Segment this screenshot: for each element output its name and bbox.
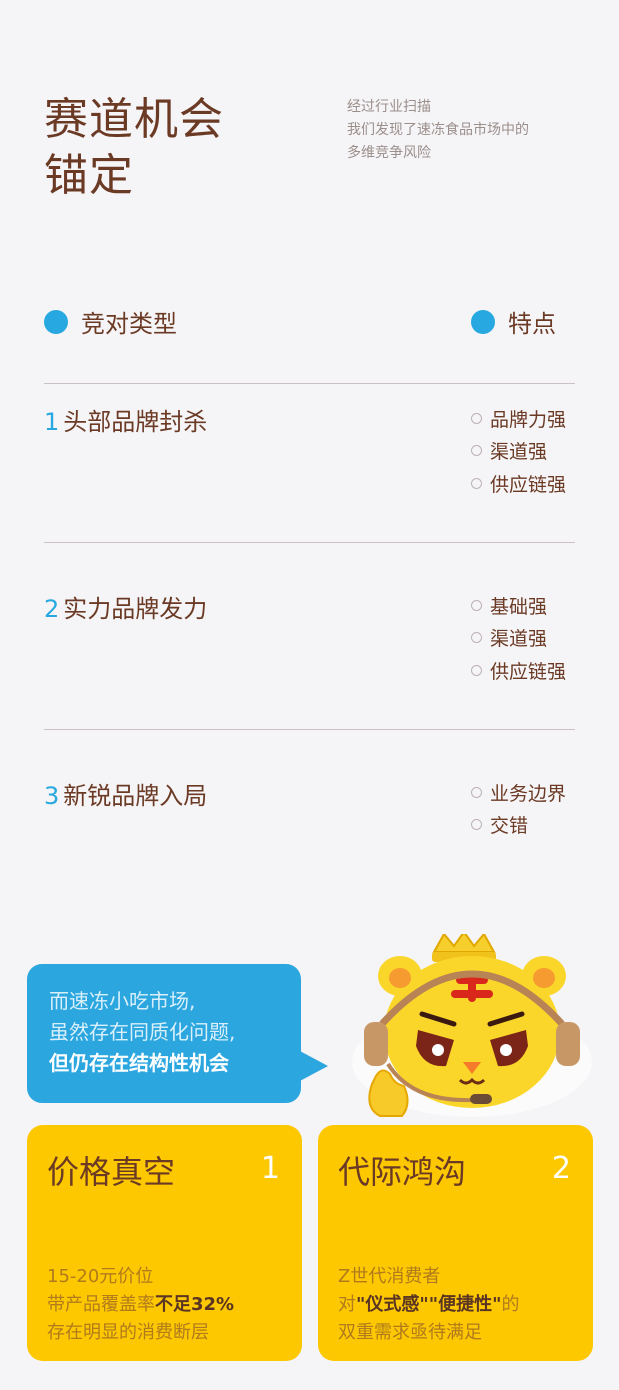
row-label: 新锐品牌入局 [63, 782, 208, 810]
divider [44, 542, 575, 543]
ring-icon [471, 599, 482, 611]
speech-bubble-tail [298, 1050, 328, 1082]
card-line2-text: 带产品覆盖率 [47, 1294, 155, 1315]
card-line3: 双重需求亟待满足 [338, 1322, 482, 1343]
feature-item: 渠道强 [471, 435, 566, 468]
opportunity-card-price-gap: 价格真空 1 15-20元价位 带产品覆盖率不足32% 存在明显的消费断层 [27, 1125, 302, 1361]
speech-bubble-text: 而速冻小吃市场, 虽然存在同质化问题, 但仍存在结构性机会 [49, 986, 235, 1079]
page-subtitle: 经过行业扫描 我们发现了速冻食品市场中的 多维竞争风险 [347, 96, 529, 165]
column-header-features: 特点 [471, 304, 556, 339]
bubble-line1: 而速冻小吃市场, [49, 989, 196, 1013]
card-line2: 带产品覆盖率不足32% [47, 1291, 234, 1319]
row-label: 头部品牌封杀 [63, 408, 208, 436]
feature-item: 供应链强 [471, 467, 566, 500]
feature-list: 品牌力强 渠道强 供应链强 [471, 402, 566, 500]
filled-circle-icon [471, 309, 495, 334]
feature-label: 供应链强 [490, 660, 567, 683]
feature-label: 交错 [490, 815, 529, 838]
bubble-line3: 但仍存在结构性机会 [49, 1051, 229, 1075]
feature-label: 供应链强 [490, 473, 567, 496]
card-number: 2 [551, 1151, 571, 1186]
bubble-line2: 虽然存在同质化问题, [49, 1020, 236, 1044]
column-header-label: 特点 [508, 310, 556, 338]
card-line3: 存在明显的消费断层 [47, 1322, 209, 1343]
row-number: 1 [44, 408, 60, 436]
card-body: Z世代消费者 对"仪式感""便捷性"的 双重需求亟待满足 [338, 1263, 520, 1347]
card-title: 价格真空 [47, 1153, 176, 1191]
tiger-mascot-icon [352, 934, 592, 1117]
feature-item: 渠道强 [471, 622, 566, 655]
feature-label: 业务边界 [490, 782, 567, 805]
subtitle-line2: 我们发现了速冻食品市场中的 [347, 122, 529, 138]
competitor-name: 3 新锐品牌入局 [44, 776, 207, 811]
feature-item: 业务边界 [471, 776, 566, 809]
speech-bubble: 而速冻小吃市场, 虽然存在同质化问题, 但仍存在结构性机会 [27, 964, 301, 1103]
ring-icon [471, 786, 482, 798]
row-number: 3 [44, 782, 60, 810]
feature-item: 基础强 [471, 589, 566, 622]
ring-icon [471, 412, 482, 424]
divider [44, 383, 575, 384]
ring-icon [471, 632, 482, 644]
card-line2-text: 对 [338, 1294, 356, 1315]
card-line2-emphasis: 不足32% [155, 1294, 235, 1315]
card-line2: 对"仪式感""便捷性"的 [338, 1291, 520, 1319]
divider [44, 729, 575, 730]
feature-list: 业务边界 交错 [471, 776, 566, 841]
feature-item: 供应链强 [471, 654, 566, 687]
page-title-line2: 锚定 [44, 150, 134, 201]
card-line2-emphasis: "仪式感" [356, 1294, 429, 1315]
opportunity-card-generation-gap: 代际鸿沟 2 Z世代消费者 对"仪式感""便捷性"的 双重需求亟待满足 [318, 1125, 593, 1361]
competitor-name: 1 头部品牌封杀 [44, 402, 207, 437]
card-line1: 15-20元价位 [47, 1266, 154, 1287]
column-header-competitor-type: 竞对类型 [44, 304, 177, 339]
card-number: 1 [260, 1151, 280, 1186]
feature-label: 基础强 [490, 595, 548, 618]
column-header-label: 竞对类型 [81, 310, 177, 338]
feature-label: 渠道强 [490, 628, 548, 651]
subtitle-line3: 多维竞争风险 [347, 145, 431, 161]
ring-icon [471, 477, 482, 489]
feature-label: 品牌力强 [490, 408, 567, 431]
row-number: 2 [44, 595, 60, 623]
card-body: 15-20元价位 带产品覆盖率不足32% 存在明显的消费断层 [47, 1263, 234, 1347]
feature-label: 渠道强 [490, 441, 548, 464]
feature-list: 基础强 渠道强 供应链强 [471, 589, 566, 687]
page-title-line1: 赛道机会 [44, 94, 224, 145]
competitor-name: 2 实力品牌发力 [44, 589, 207, 624]
ring-icon [471, 819, 482, 831]
column-headers: 竞对类型 特点 [44, 304, 575, 344]
ring-icon [471, 445, 482, 457]
card-title: 代际鸿沟 [338, 1153, 467, 1191]
filled-circle-icon [44, 309, 68, 334]
subtitle-line1: 经过行业扫描 [347, 99, 431, 115]
card-line1: Z世代消费者 [338, 1266, 441, 1287]
feature-item: 品牌力强 [471, 402, 566, 435]
ring-icon [471, 664, 482, 676]
page-title: 赛道机会 锚定 [44, 92, 224, 204]
feature-item: 交错 [471, 809, 566, 842]
card-line2-text: 的 [501, 1294, 520, 1315]
row-label: 实力品牌发力 [63, 595, 208, 623]
card-line2-emphasis: "便捷性" [428, 1294, 502, 1315]
